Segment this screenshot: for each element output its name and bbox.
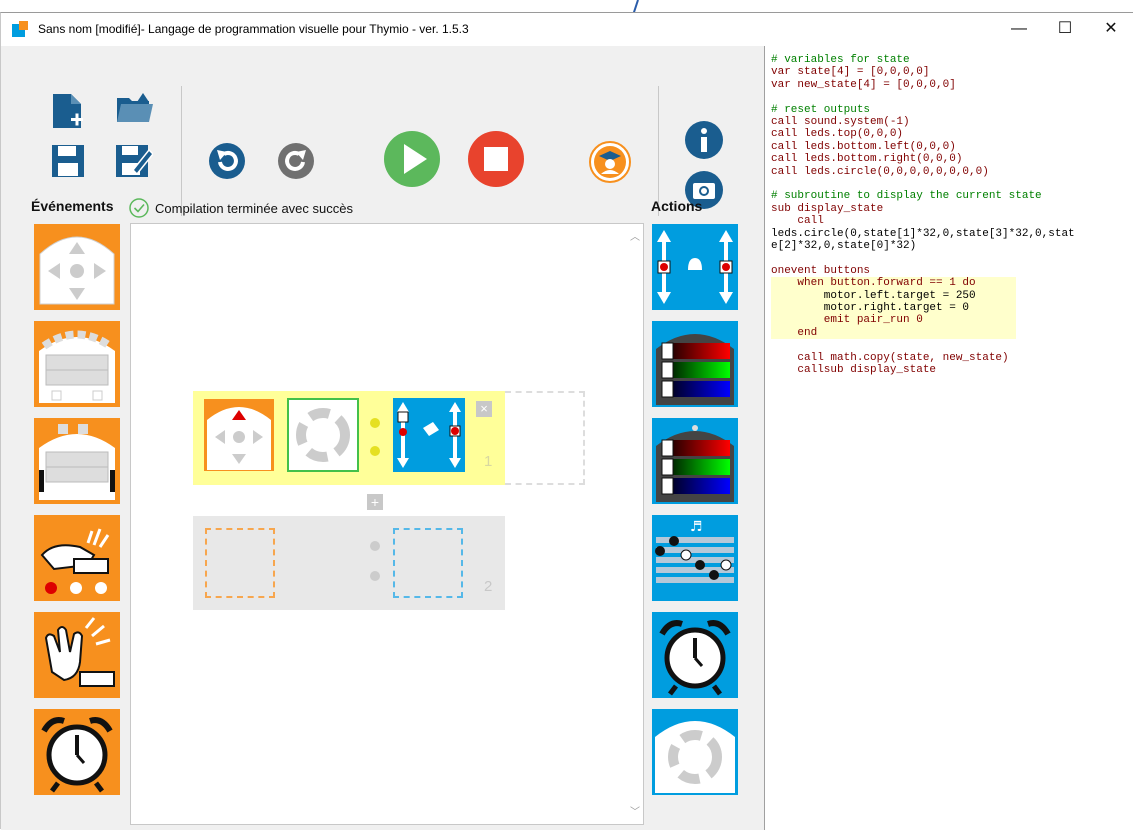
code-line: call xyxy=(771,215,824,228)
proximity-sensors-icon xyxy=(39,330,115,403)
state-dot xyxy=(370,446,380,456)
code-line: onevent buttons xyxy=(771,264,871,277)
alarm-clock-icon xyxy=(41,717,113,793)
code-line: e[2]*32,0,state[0]*32) xyxy=(771,240,917,253)
code-line: # subroutine to display the current stat… xyxy=(771,190,1042,203)
actions-heading: Actions xyxy=(651,198,703,214)
undo-icon[interactable] xyxy=(208,142,246,180)
bottom-led-color-icon xyxy=(656,425,734,502)
code-line: when button.forward == 1 do xyxy=(771,277,1016,290)
code-line: var new_state[4] = [0,0,0,0] xyxy=(771,78,956,91)
maximize-button[interactable]: ☐ xyxy=(1042,13,1088,45)
vpl-editor-panel: Événements Actions Compilation terminée … xyxy=(1,46,764,830)
toolbar-separator xyxy=(181,86,182,216)
code-line: motor.right.target = 0 xyxy=(771,302,1016,315)
action-motors-block[interactable] xyxy=(652,224,738,310)
compilation-status: Compilation terminée avec succès xyxy=(129,198,353,218)
save-icon[interactable] xyxy=(51,144,85,178)
row-event-buttons-block[interactable] xyxy=(203,398,275,472)
event-ground-block[interactable] xyxy=(34,418,120,504)
code-line: call sound.system(-1) xyxy=(771,116,910,129)
code-line: sub display_state xyxy=(771,202,884,215)
empty-action-slot[interactable] xyxy=(393,528,463,598)
action-timer-block[interactable] xyxy=(652,612,738,698)
scroll-down-arrow[interactable]: ﹀ xyxy=(630,803,640,818)
music-notes-icon: ♬ xyxy=(655,519,734,583)
stop-icon[interactable] xyxy=(467,130,525,188)
ground-sensors-icon xyxy=(39,424,115,500)
check-icon xyxy=(129,198,149,218)
save-as-icon[interactable] xyxy=(115,142,153,178)
event-action-pair-1[interactable]: × 1 xyxy=(193,391,505,485)
close-button[interactable]: ✕ xyxy=(1088,13,1133,45)
code-line: call math.copy(state, new_state) xyxy=(771,351,1009,364)
code-line: call leds.bottom.left(0,0,0) xyxy=(771,140,956,153)
empty-block-slot[interactable] xyxy=(505,391,585,485)
code-line: end xyxy=(771,326,1016,340)
action-circle-leds-block[interactable] xyxy=(652,709,738,795)
scroll-up-arrow[interactable]: ︿ xyxy=(630,228,640,243)
motors-icon xyxy=(657,230,733,304)
action-top-color-block[interactable] xyxy=(652,321,738,407)
row-led-circle-block[interactable] xyxy=(287,398,359,472)
status-text: Compilation terminée avec succès xyxy=(155,200,353,216)
state-dot xyxy=(370,418,380,428)
run-icon[interactable] xyxy=(383,130,441,188)
event-clap-block[interactable] xyxy=(34,612,120,698)
app-window: Sans nom [modifié]- Langage de programma… xyxy=(0,12,1133,830)
code-line: call leds.circle(0,0,0,0,0,0,0,0) xyxy=(771,165,989,178)
code-line: motor.left.target = 250 xyxy=(771,289,1016,303)
circle-leds-icon xyxy=(655,721,735,793)
alarm-clock-icon xyxy=(659,620,731,696)
event-timer-block[interactable] xyxy=(34,709,120,795)
empty-event-slot[interactable] xyxy=(205,528,275,598)
top-led-color-icon xyxy=(656,334,734,405)
aseba-code[interactable]: # variables for state var state[4] = [0,0… xyxy=(765,46,1133,377)
event-prox-block[interactable] xyxy=(34,321,120,407)
action-bottom-color-block[interactable] xyxy=(652,418,738,504)
row-number: 1 xyxy=(484,453,493,470)
code-editor-panel[interactable]: # variables for state var state[4] = [0,0… xyxy=(764,46,1133,830)
minimize-button[interactable]: — xyxy=(996,13,1042,45)
action-music-block[interactable]: ♬ xyxy=(652,515,738,601)
window-title: Sans nom [modifié]- Langage de programma… xyxy=(38,22,469,36)
redo-icon[interactable] xyxy=(277,142,315,180)
title-bar: Sans nom [modifié]- Langage de programma… xyxy=(1,13,1133,46)
app-icon xyxy=(12,21,28,37)
state-dot xyxy=(370,541,380,551)
svg-text:♬: ♬ xyxy=(690,519,703,535)
new-file-icon[interactable] xyxy=(51,92,85,130)
delete-row-icon[interactable]: × xyxy=(476,401,492,417)
code-line: leds.circle(0,state[1]*32,0,state[3]*32,… xyxy=(771,227,1075,240)
state-dot xyxy=(370,571,380,581)
tap-icon xyxy=(40,528,110,594)
code-line: callsub display_state xyxy=(771,364,937,377)
events-heading: Événements xyxy=(31,198,114,214)
clap-icon xyxy=(44,617,115,687)
code-line: call leds.top(0,0,0) xyxy=(771,128,904,141)
open-file-icon[interactable] xyxy=(115,90,155,124)
event-tap-block[interactable] xyxy=(34,515,120,601)
event-action-pair-2[interactable]: 2 xyxy=(193,516,505,610)
row-number: 2 xyxy=(484,578,493,595)
info-icon[interactable] xyxy=(684,120,724,160)
program-canvas[interactable]: ︿ ﹀ × 1 + 2 xyxy=(130,223,644,825)
scrollbar[interactable]: ︿ ﹀ xyxy=(627,224,643,824)
code-line: emit pair_run 0 xyxy=(771,314,1016,327)
event-buttons-block[interactable] xyxy=(34,224,120,310)
code-line: # variables for state xyxy=(771,54,910,66)
toolbar-separator xyxy=(658,86,659,216)
code-line: call leds.bottom.right(0,0,0) xyxy=(771,153,963,166)
code-line: var state[4] = [0,0,0,0] xyxy=(771,66,930,79)
add-row-icon[interactable]: + xyxy=(367,494,383,510)
row-motor-block[interactable] xyxy=(393,398,465,472)
buttons-icon xyxy=(39,236,115,305)
code-line: # reset outputs xyxy=(771,103,871,116)
advanced-mode-icon[interactable] xyxy=(588,140,632,184)
